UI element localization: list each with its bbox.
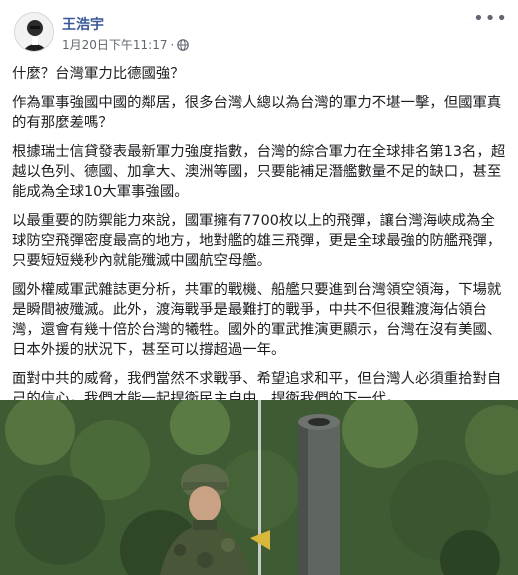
- post-paragraph: 作為軍事強國中國的鄰居，很多台灣人總以為台灣的軍力不堪一擊，但國軍真的有那麼差嗎…: [12, 95, 502, 131]
- author-name[interactable]: 王浩宇: [62, 14, 104, 34]
- avatar[interactable]: [14, 12, 54, 52]
- post-paragraph: 以最重要的防禦能力來說，國軍擁有7700枚以上的飛彈，讓台灣海峽成為全球防空飛彈…: [12, 213, 502, 269]
- facebook-post: 王浩宇 1月20日下午11:17 · ••• 什麼？台灣軍力比德國強？ 作為軍事…: [0, 0, 518, 575]
- soldier-photo: [0, 400, 518, 575]
- avatar-image: [15, 13, 53, 51]
- post-body: 什麼？台灣軍力比德國強？ 作為軍事強國中國的鄰居，很多台灣人總以為台灣的軍力不堪…: [12, 64, 506, 418]
- post-paragraph: 什麼？台灣軍力比德國強？: [12, 66, 185, 82]
- globe-icon[interactable]: [177, 38, 190, 51]
- post-header: 王浩宇 1月20日下午11:17 · •••: [10, 8, 510, 58]
- post-paragraph: 根據瑞士信貸發表最新軍力強度指數，台灣的綜合軍力在全球排名第13名，超越以色列、…: [12, 144, 506, 200]
- post-photo[interactable]: [0, 400, 518, 575]
- post-meta: 1月20日下午11:17 ·: [62, 36, 190, 53]
- meta-separator: ·: [170, 37, 175, 52]
- post-timestamp[interactable]: 1月20日下午11:17: [62, 36, 168, 53]
- post-paragraph: 國外權威軍武雜誌更分析，共軍的戰機、船艦只要進到台灣領空領海，下場就是瞬間被殲滅…: [12, 282, 502, 358]
- more-options-icon[interactable]: •••: [473, 10, 508, 28]
